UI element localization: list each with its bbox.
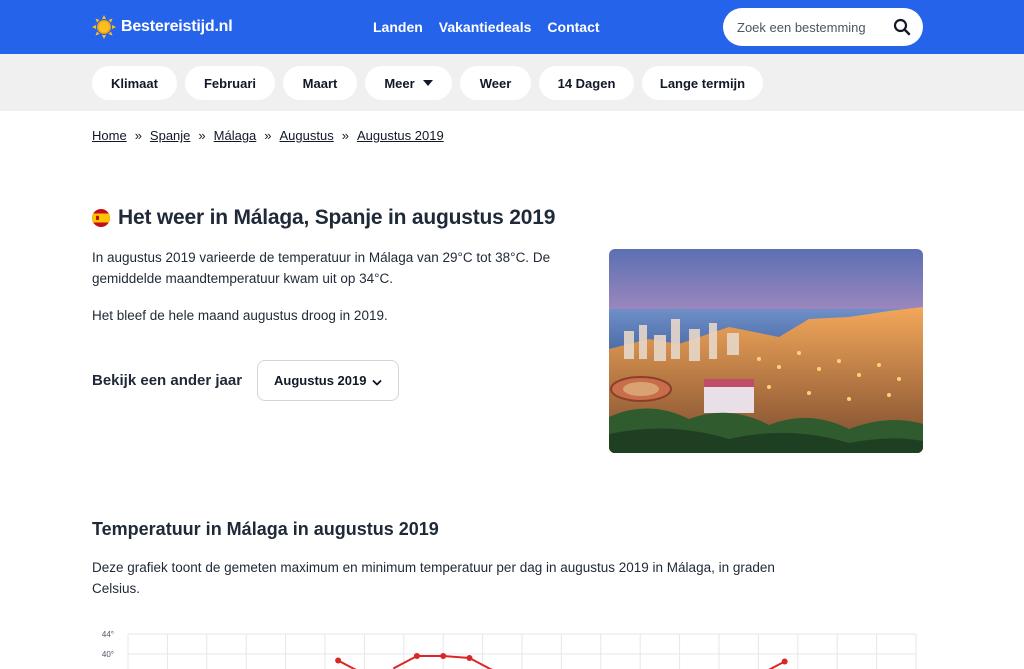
series-line-segment xyxy=(468,657,493,669)
temperature-section-description: Deze grafiek toont de gemeten maximum en… xyxy=(92,560,775,596)
y-tick-label: 40° xyxy=(102,650,114,659)
y-tick-label: 44° xyxy=(102,630,114,639)
caret-down-icon xyxy=(422,80,433,86)
subnav-item-weer[interactable]: Weer xyxy=(460,66,531,100)
temperature-section-title: Temperatuur in Málaga in augustus 2019 xyxy=(92,519,439,539)
subnav-item-lange-termijn[interactable]: Lange termijn xyxy=(642,66,763,100)
series-line-segment xyxy=(392,655,418,669)
site-logo-link[interactable]: Bestereistijd.nl xyxy=(92,14,233,40)
malaga-city-photo xyxy=(609,249,923,453)
data-point[interactable] xyxy=(335,657,342,664)
nav-link-landen[interactable]: Landen xyxy=(373,18,423,36)
breadcrumb-link-malaga[interactable]: Málaga xyxy=(214,128,257,143)
sub-navigation-bar: Klimaat Februari Maart Meer Weer 14 Dage… xyxy=(0,54,1024,111)
search-input[interactable] xyxy=(737,17,887,37)
breadcrumb-link-spanje[interactable]: Spanje xyxy=(150,128,190,143)
search-icon[interactable] xyxy=(893,18,911,36)
data-point[interactable] xyxy=(413,653,420,659)
breadcrumb: Home » Spanje » Málaga » Augustus » Augu… xyxy=(92,128,444,143)
temperature-chart-svg: 44° 40° xyxy=(102,630,917,669)
top-navigation-bar: Bestereistijd.nl Landen Vakantiedeals Co… xyxy=(0,0,1024,54)
series-line-segment xyxy=(443,655,470,659)
breadcrumb-link-augustus[interactable]: Augustus xyxy=(280,128,334,143)
series-line-segment xyxy=(768,660,786,669)
data-point[interactable] xyxy=(440,653,447,659)
chevron-down-icon xyxy=(372,376,382,386)
subnav-item-maart[interactable]: Maart xyxy=(283,66,357,100)
data-point[interactable] xyxy=(781,658,788,665)
sun-logo-icon xyxy=(92,15,116,39)
breadcrumb-separator: » xyxy=(264,128,272,143)
nav-link-contact[interactable]: Contact xyxy=(547,18,599,36)
breadcrumb-link-augustus-2019[interactable]: Augustus 2019 xyxy=(357,128,444,143)
temperature-chart: 44° 40° xyxy=(92,626,924,669)
page-title-row: Het weer in Málaga, Spanje in augustus 2… xyxy=(92,206,555,230)
subnav-pills: Klimaat Februari Maart Meer Weer 14 Dage… xyxy=(92,66,763,100)
nav-link-vakantiedeals[interactable]: Vakantiedeals xyxy=(439,18,532,36)
breadcrumb-separator: » xyxy=(134,128,142,143)
subnav-item-meer-label: Meer xyxy=(384,75,415,91)
year-select-value: Augustus 2019 xyxy=(274,373,367,388)
subnav-item-14-dagen[interactable]: 14 Dagen xyxy=(539,66,634,100)
breadcrumb-link-home[interactable]: Home xyxy=(92,128,127,143)
main-nav: Landen Vakantiedeals Contact xyxy=(373,18,600,36)
series-line-segment xyxy=(337,659,357,669)
subnav-item-februari[interactable]: Februari xyxy=(185,66,275,100)
breadcrumb-separator: » xyxy=(198,128,206,143)
search-box xyxy=(723,8,923,46)
data-point[interactable] xyxy=(466,655,473,661)
year-select[interactable]: Augustus 2019 xyxy=(257,360,399,401)
breadcrumb-separator: » xyxy=(341,128,349,143)
site-logo-text: Bestereistijd.nl xyxy=(121,18,233,35)
dry-month-paragraph: Het bleef de hele maand augustus droog i… xyxy=(92,308,388,323)
subnav-item-klimaat[interactable]: Klimaat xyxy=(92,66,177,100)
page-title: Het weer in Málaga, Spanje in augustus 2… xyxy=(118,206,556,229)
spain-flag-icon xyxy=(92,209,110,227)
intro-paragraph: In augustus 2019 varieerde de temperatuu… xyxy=(92,250,551,286)
year-selector-label: Bekijk een ander jaar xyxy=(92,372,243,389)
subnav-item-meer[interactable]: Meer xyxy=(365,66,452,100)
